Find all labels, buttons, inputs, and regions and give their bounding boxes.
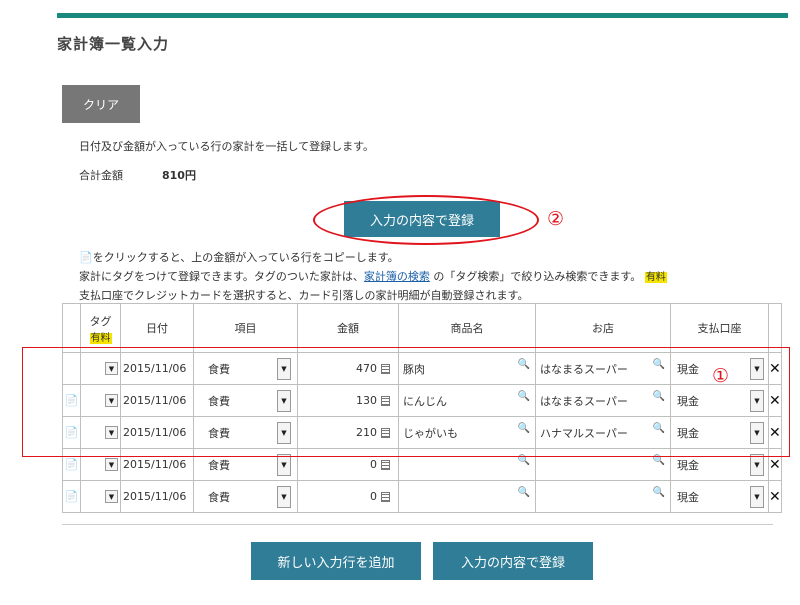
chevron-down-icon: ▼: [277, 485, 291, 508]
shop-field[interactable]: 🔍: [536, 481, 670, 512]
header-date: 日付: [120, 303, 194, 353]
tag-dropdown[interactable]: ▼: [105, 458, 118, 471]
table-row: 📄 ▼ 2015/11/06 食費 ▼ 0 🔍 🔍 現金 ▼ ✕: [62, 480, 782, 513]
annotation-highlight-box: [22, 347, 790, 457]
annotation-ellipse: [313, 195, 539, 245]
header-item: 項目: [193, 303, 298, 353]
header-account: 支払口座: [670, 303, 769, 353]
tag-paid-badge: 有料: [89, 332, 112, 344]
item-select[interactable]: 食費 ▼: [194, 481, 297, 512]
page-title: 家計簿一覧入力: [57, 35, 170, 53]
header-product: 商品名: [398, 303, 536, 353]
calculator-icon[interactable]: [381, 491, 390, 502]
header-amount: 金額: [297, 303, 399, 353]
annotation-marker-1: ①: [712, 365, 730, 387]
product-field[interactable]: 🔍: [399, 481, 535, 512]
header-shop: お店: [535, 303, 671, 353]
ledger-search-link[interactable]: 家計簿の検索: [364, 270, 430, 283]
date-field[interactable]: 2015/11/06: [121, 481, 193, 512]
divider: [62, 524, 773, 525]
copy-icon: 📄: [79, 251, 93, 264]
calculator-icon[interactable]: [381, 459, 390, 470]
header-delete: [768, 303, 782, 353]
bulk-register-note: 日付及び金額が入っている行の家計を一括して登録します。: [79, 140, 375, 153]
copy-icon[interactable]: 📄: [65, 490, 79, 503]
chevron-down-icon: ▼: [750, 485, 764, 508]
top-accent-bar: [57, 13, 788, 18]
account-select[interactable]: 現金 ▼: [671, 481, 768, 512]
amount-field[interactable]: 0: [298, 481, 398, 512]
add-row-button[interactable]: 新しい入力行を追加: [251, 542, 421, 580]
register-button-bottom[interactable]: 入力の内容で登録: [433, 542, 593, 580]
delete-icon[interactable]: ✕: [769, 457, 781, 473]
tag-dropdown[interactable]: ▼: [105, 490, 118, 503]
copy-icon[interactable]: 📄: [65, 458, 79, 471]
header-copy: [62, 303, 81, 353]
paid-badge: 有料: [644, 272, 667, 283]
card-note: 支払口座でクレジットカードを選択すると、カード引落しの家計明細が自動登録されます…: [79, 289, 529, 302]
search-icon[interactable]: 🔍: [518, 487, 530, 498]
annotation-marker-2: ②: [547, 208, 565, 230]
table-header-row: タグ 有料 日付 項目 金額 商品名 お店 支払口座: [62, 303, 782, 353]
total-value: 810円: [162, 169, 196, 182]
delete-icon[interactable]: ✕: [769, 489, 781, 505]
search-icon[interactable]: 🔍: [653, 487, 665, 498]
total-label: 合計金額: [79, 169, 123, 182]
copy-note: 📄をクリックすると、上の金額が入っている行をコピーします。: [79, 251, 399, 264]
tag-note: 家計にタグをつけて登録できます。タグのついた家計は、家計簿の検索 の「タグ検索」…: [79, 270, 667, 283]
clear-button[interactable]: クリア: [62, 85, 140, 123]
header-tag: タグ 有料: [80, 303, 121, 353]
